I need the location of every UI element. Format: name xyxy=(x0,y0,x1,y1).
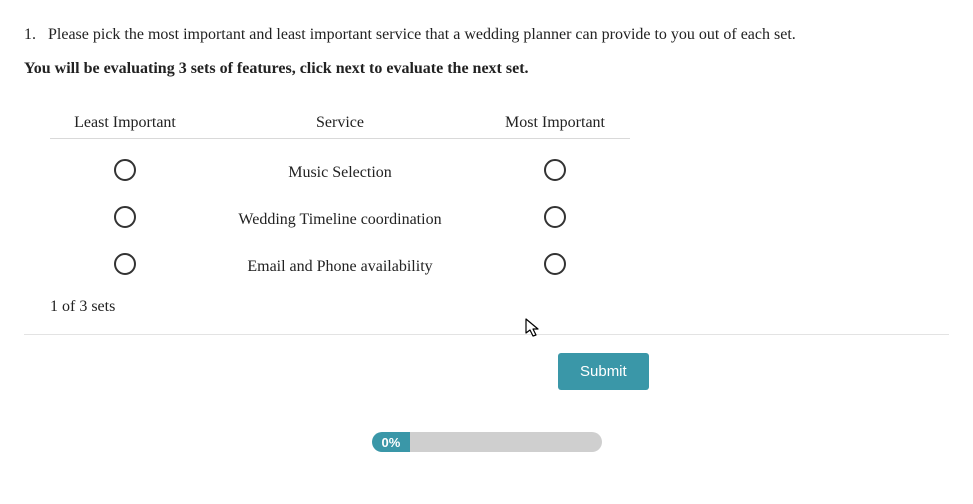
grid-row: Music Selection xyxy=(50,149,630,196)
cell-least xyxy=(50,206,200,233)
progress-percent-label: 0% xyxy=(372,432,411,452)
maxdiff-grid: Least Important Service Most Important M… xyxy=(50,114,630,290)
question-body: Please pick the most important and least… xyxy=(48,26,796,43)
cell-most xyxy=(480,253,630,280)
cell-least xyxy=(50,253,200,280)
radio-least[interactable] xyxy=(114,206,136,228)
submit-row: Submit xyxy=(24,353,949,390)
radio-most[interactable] xyxy=(544,253,566,275)
progress-wrap: 0% xyxy=(24,432,949,452)
cell-most xyxy=(480,159,630,186)
cell-service-label: Wedding Timeline coordination xyxy=(200,211,480,229)
grid-row: Email and Phone availability xyxy=(50,243,630,290)
question-text: 1. Please pick the most important and le… xyxy=(24,24,949,46)
progress-track xyxy=(410,432,601,452)
evaluation-instruction: You will be evaluating 3 sets of feature… xyxy=(24,60,949,78)
progress-bar: 0% xyxy=(372,432,602,452)
radio-most[interactable] xyxy=(544,159,566,181)
survey-page: 1. Please pick the most important and le… xyxy=(0,0,973,452)
question-number: 1. xyxy=(24,24,44,46)
cell-least xyxy=(50,159,200,186)
header-service: Service xyxy=(200,114,480,132)
set-counter: 1 of 3 sets xyxy=(50,298,949,316)
cell-service-label: Email and Phone availability xyxy=(200,258,480,276)
radio-least[interactable] xyxy=(114,253,136,275)
cell-service-label: Music Selection xyxy=(200,164,480,182)
divider xyxy=(24,334,949,335)
radio-most[interactable] xyxy=(544,206,566,228)
header-least-important: Least Important xyxy=(50,114,200,132)
cell-most xyxy=(480,206,630,233)
grid-row: Wedding Timeline coordination xyxy=(50,196,630,243)
radio-least[interactable] xyxy=(114,159,136,181)
header-most-important: Most Important xyxy=(480,114,630,132)
grid-header-row: Least Important Service Most Important xyxy=(50,114,630,139)
submit-button[interactable]: Submit xyxy=(558,353,649,390)
